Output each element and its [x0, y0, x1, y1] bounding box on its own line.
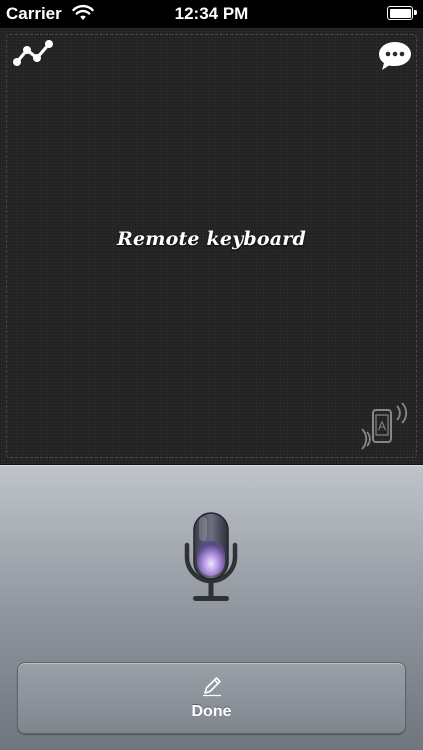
- status-bar: Carrier 12:34 PM: [0, 0, 423, 28]
- clock: 12:34 PM: [174, 4, 249, 23]
- svg-text:A: A: [378, 419, 386, 433]
- battery-icon: [387, 6, 417, 20]
- voice-input-panel: Done: [0, 465, 423, 750]
- battery-level: [389, 8, 411, 18]
- pencil-icon: [203, 677, 221, 697]
- microphone-icon[interactable]: [171, 511, 251, 611]
- trackpad-area[interactable]: Remote keyboard A: [0, 28, 423, 465]
- device-vibrate-icon[interactable]: A: [357, 402, 409, 454]
- chat-bubble-icon[interactable]: [377, 40, 413, 72]
- graph-icon[interactable]: [12, 38, 54, 68]
- done-button-label: Done: [191, 703, 232, 720]
- done-button[interactable]: Done: [17, 662, 406, 734]
- pad-title: Remote keyboard: [117, 228, 306, 250]
